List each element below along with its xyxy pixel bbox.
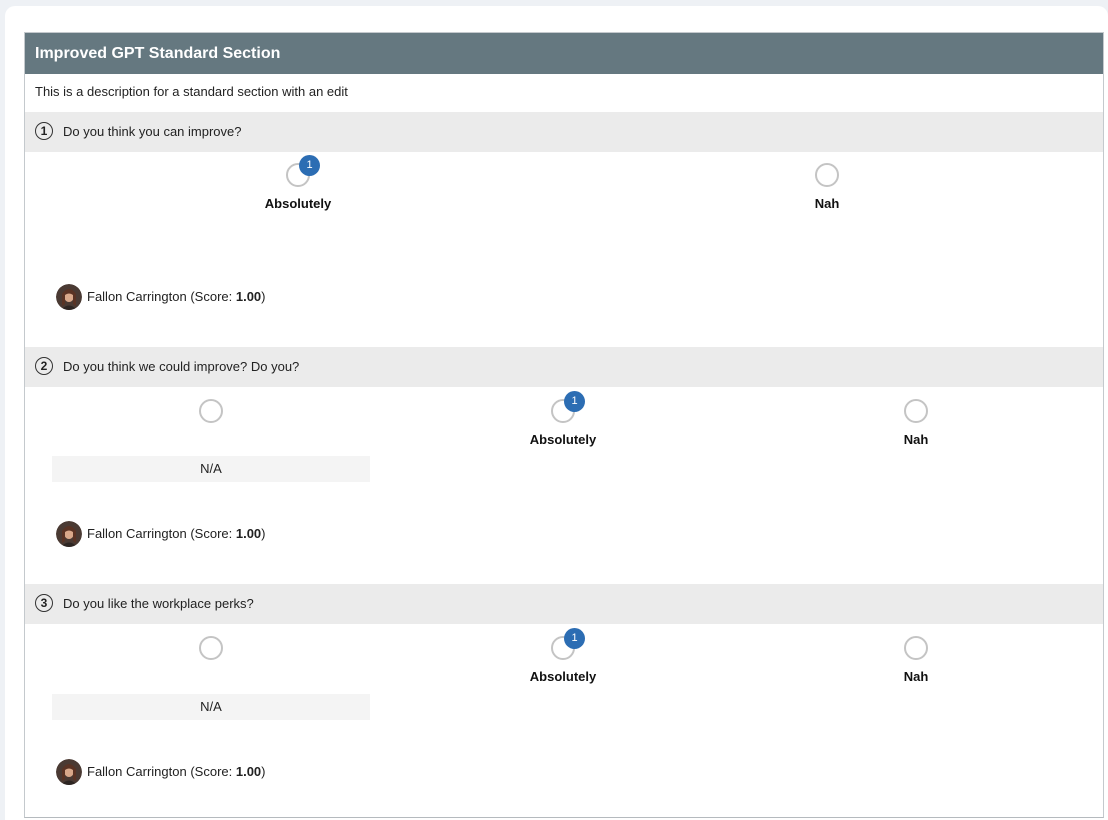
question-header-2: 2 Do you think we could improve? Do you? [25, 347, 1103, 387]
question-text: Do you think we could improve? Do you? [63, 359, 300, 374]
option-label: Absolutely [529, 432, 597, 447]
user-avatar-icon [56, 758, 82, 785]
option-absolutely[interactable]: 1 Absolutely [493, 391, 633, 447]
survey-card: Improved GPT Standard Section This is a … [5, 6, 1108, 820]
score-prefix: (Score: [190, 289, 236, 304]
respondent-name: Fallon Carrington [87, 289, 187, 304]
option-label: Nah [903, 669, 929, 684]
radio-button[interactable] [199, 399, 223, 423]
question-header-1: 1 Do you think you can improve? [25, 112, 1103, 152]
question-text: Do you like the workplace perks? [63, 596, 254, 611]
score-prefix: (Score: [190, 526, 236, 541]
option-label: Nah [903, 432, 929, 447]
radio-button[interactable]: 1 [551, 628, 585, 660]
question-number-icon: 2 [35, 357, 53, 375]
respondent-name: Fallon Carrington [87, 764, 187, 779]
score-suffix: ) [261, 764, 266, 779]
option-nah[interactable]: Nah [846, 636, 986, 684]
question-number-icon: 3 [35, 594, 53, 612]
score-suffix: ) [261, 526, 266, 541]
respondent-name: Fallon Carrington [87, 526, 187, 541]
radio-button[interactable]: 1 [551, 391, 585, 423]
option-absolutely[interactable]: 1 Absolutely [228, 155, 368, 211]
question-text: Do you think you can improve? [63, 124, 242, 139]
section-title: Improved GPT Standard Section [25, 33, 1103, 74]
option-nah[interactable]: Nah [757, 163, 897, 211]
radio-button[interactable] [904, 636, 928, 660]
question-header-3: 3 Do you like the workplace perks? [25, 584, 1103, 624]
respondent-score: 1.00 [235, 764, 262, 779]
response-count-badge: 1 [564, 391, 585, 412]
response-count-badge: 1 [564, 628, 585, 649]
respondent-score: 1.00 [235, 526, 262, 541]
option-nah[interactable]: Nah [846, 399, 986, 447]
option-na[interactable] [141, 399, 281, 423]
section-description: This is a description for a standard sec… [35, 84, 348, 99]
na-label-box: N/A [52, 456, 370, 482]
question-number-icon: 1 [35, 122, 53, 140]
option-absolutely[interactable]: 1 Absolutely [493, 628, 633, 684]
option-label: Nah [814, 196, 840, 211]
user-avatar-icon [56, 520, 82, 547]
radio-button[interactable] [815, 163, 839, 187]
score-prefix: (Score: [190, 764, 236, 779]
radio-button[interactable] [199, 636, 223, 660]
option-label: Absolutely [529, 669, 597, 684]
standard-section: Improved GPT Standard Section This is a … [24, 32, 1104, 818]
respondent-row: Fallon Carrington (Score: 1.00) [56, 758, 266, 785]
na-label-box: N/A [52, 694, 370, 720]
respondent-row: Fallon Carrington (Score: 1.00) [56, 520, 266, 547]
radio-button[interactable]: 1 [286, 155, 320, 187]
score-suffix: ) [261, 289, 266, 304]
response-count-badge: 1 [299, 155, 320, 176]
respondent-row: Fallon Carrington (Score: 1.00) [56, 283, 266, 310]
radio-button[interactable] [904, 399, 928, 423]
option-label: Absolutely [264, 196, 332, 211]
option-na[interactable] [141, 636, 281, 660]
respondent-score: 1.00 [235, 289, 262, 304]
user-avatar-icon [56, 283, 82, 310]
